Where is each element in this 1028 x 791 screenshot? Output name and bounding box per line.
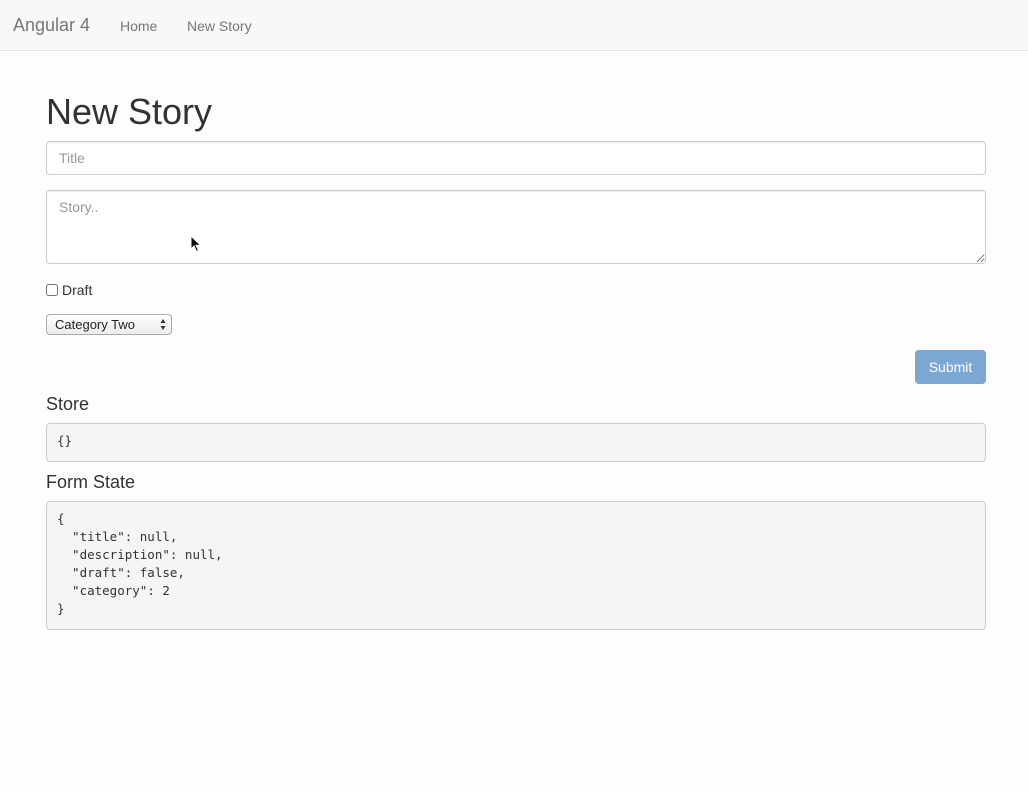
draft-checkbox-row: Draft [46,281,92,299]
story-textarea[interactable] [46,190,986,264]
page-title: New Story [46,91,213,132]
form-state-heading: Form State [46,472,136,492]
nav-link-new-story[interactable]: New Story [187,18,252,34]
store-json: {} [46,423,986,462]
category-select[interactable]: Category Two [46,314,172,335]
form-state-json: { "title": null, "description": null, "d… [46,501,986,630]
top-navbar: Angular 4 Home New Story [0,0,1028,51]
submit-button[interactable]: Submit [915,350,986,384]
store-heading: Store [46,394,90,414]
title-input[interactable] [46,141,986,175]
draft-checkbox[interactable] [46,284,58,296]
up-down-arrows-icon [160,319,166,330]
draft-label[interactable]: Draft [62,282,92,298]
mouse-pointer-icon [190,235,202,253]
nav-link-home[interactable]: Home [120,18,157,34]
category-select-value: Category Two [55,317,135,332]
brand-link[interactable]: Angular 4 [13,15,90,36]
